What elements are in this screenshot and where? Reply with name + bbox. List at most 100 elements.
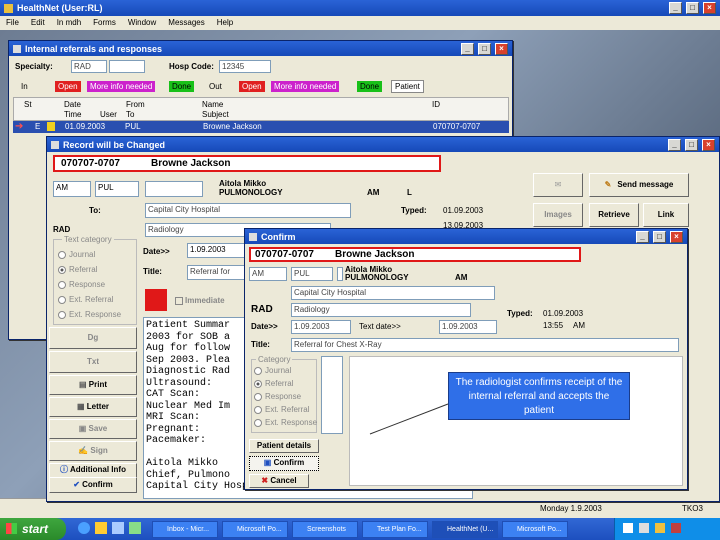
- save-button[interactable]: ▣ Save: [49, 419, 137, 439]
- minimize-icon[interactable]: _: [461, 42, 474, 55]
- confirm-am-field[interactable]: AM: [249, 267, 287, 281]
- menu-window[interactable]: Window: [128, 16, 156, 30]
- close-icon[interactable]: ×: [702, 138, 715, 151]
- confirm-date-field[interactable]: 1.09.2003: [291, 320, 351, 334]
- confirm-radio-ext-response[interactable]: Ext. Response: [254, 418, 317, 427]
- row-id: 070707-0707: [433, 122, 481, 131]
- record-category-group: Text category Journal Referral Response …: [53, 235, 137, 325]
- status-code: TKO3: [682, 504, 703, 513]
- col-to: To: [126, 110, 135, 119]
- in-done-tag[interactable]: Done: [169, 81, 195, 92]
- window-icon: [249, 232, 257, 241]
- record-rad: RAD: [53, 225, 71, 234]
- txt-button[interactable]: Txt: [49, 351, 137, 373]
- record-radio-journal[interactable]: Journal: [58, 250, 95, 259]
- task-powerpoint-1[interactable]: Microsoft Po...: [222, 521, 288, 538]
- send-message-button[interactable]: ✎ Send message: [589, 173, 689, 197]
- record-am2: AM: [367, 188, 380, 197]
- record-pul-field[interactable]: PUL: [95, 181, 139, 197]
- out-done-tag[interactable]: Done: [357, 81, 383, 92]
- task-powerpoint-2[interactable]: Microsoft Po...: [502, 521, 568, 538]
- cancel-button[interactable]: ✖ Cancel: [249, 474, 309, 488]
- task-inbox[interactable]: Inbox - Micr...: [152, 521, 218, 538]
- task-screenshots[interactable]: Screenshots: [292, 521, 358, 538]
- close-icon[interactable]: ×: [495, 42, 508, 55]
- record-date-label: Date>>: [143, 247, 170, 256]
- confirm-radio-referral[interactable]: Referral: [254, 379, 293, 388]
- dg-button[interactable]: Dg: [49, 327, 137, 349]
- minimize-icon[interactable]: _: [669, 2, 682, 14]
- sign-button[interactable]: ✍ Sign: [49, 441, 137, 461]
- confirm-radio-response[interactable]: Response: [254, 392, 301, 401]
- attachment-icon[interactable]: ✉: [533, 173, 583, 197]
- tray-icon[interactable]: [671, 523, 681, 533]
- maximize-icon[interactable]: □: [478, 42, 491, 55]
- minimize-icon[interactable]: _: [668, 138, 681, 151]
- specialty-extra-input[interactable]: [109, 60, 145, 73]
- patient-tab[interactable]: Patient: [391, 80, 424, 93]
- menu-messages[interactable]: Messages: [168, 16, 204, 30]
- record-to-field[interactable]: Capital City Hospital: [145, 203, 351, 218]
- tray-icon[interactable]: [623, 523, 633, 533]
- confirm-radiology-field[interactable]: Radiology: [291, 303, 471, 317]
- close-icon[interactable]: ×: [703, 2, 716, 14]
- menu-forms[interactable]: Forms: [93, 16, 116, 30]
- specialty-input[interactable]: RAD: [71, 60, 107, 73]
- start-button[interactable]: start: [0, 518, 66, 540]
- tray-icon[interactable]: [639, 523, 649, 533]
- confirm-side-button[interactable]: ✔ Confirm: [49, 477, 137, 493]
- confirm-radio-ext-referral[interactable]: Ext. Referral: [254, 405, 309, 414]
- outlook-icon[interactable]: [95, 522, 107, 534]
- menu-file[interactable]: File: [6, 16, 19, 30]
- confirm-button[interactable]: ▣ Confirm: [249, 456, 319, 471]
- in-label: In: [21, 82, 28, 91]
- record-priority-swatch[interactable]: [145, 289, 167, 311]
- letter-button[interactable]: ▦ Letter: [49, 397, 137, 417]
- in-more-info-tag[interactable]: More info needed: [87, 81, 156, 92]
- print-button[interactable]: ▤ Print: [49, 375, 137, 395]
- record-radio-referral[interactable]: Referral: [58, 265, 97, 274]
- maximize-icon[interactable]: □: [653, 230, 666, 243]
- record-blank-field[interactable]: [145, 181, 203, 197]
- hosp-code-input[interactable]: 12345: [219, 60, 271, 73]
- maximize-icon[interactable]: □: [685, 138, 698, 151]
- record-radio-response[interactable]: Response: [58, 280, 105, 289]
- window-icon: [13, 44, 21, 53]
- desktop-icon[interactable]: [112, 522, 124, 534]
- out-more-info-tag[interactable]: More info needed: [271, 81, 340, 92]
- confirm-radio-journal[interactable]: Journal: [254, 366, 291, 375]
- confirm-hospital-field[interactable]: Capital City Hospital: [291, 286, 495, 300]
- link-button[interactable]: Link: [643, 203, 689, 227]
- images-button[interactable]: Images: [533, 203, 583, 227]
- close-icon[interactable]: ×: [670, 230, 683, 243]
- menu-in-mdh[interactable]: In mdh: [57, 16, 81, 30]
- confirm-typed-label: Typed:: [507, 309, 533, 318]
- record-radio-ext-response[interactable]: Ext. Response: [58, 310, 121, 319]
- callout-box: The radiologist confirms receipt of the …: [448, 372, 630, 420]
- media-icon[interactable]: [129, 522, 141, 534]
- retrieve-button[interactable]: Retrieve: [589, 203, 639, 227]
- record-radio-ext-referral[interactable]: Ext. Referral: [58, 295, 113, 304]
- confirm-text-box[interactable]: [321, 356, 343, 434]
- referrals-table-header: St Date Time User From To Name Subject I…: [13, 97, 509, 121]
- ie-icon[interactable]: [78, 522, 90, 534]
- record-am-field[interactable]: AM: [53, 181, 91, 197]
- minimize-icon[interactable]: _: [636, 230, 649, 243]
- confirm-title-field[interactable]: Referral for Chest X-Ray: [291, 338, 679, 352]
- task-test-plan[interactable]: Test Plan Fo...: [362, 521, 428, 538]
- record-title-field[interactable]: Referral for: [187, 265, 245, 280]
- confirm-pul-field[interactable]: PUL: [291, 267, 333, 281]
- task-healthnet[interactable]: HealthNet (U...: [432, 521, 498, 538]
- patient-details-button[interactable]: Patient details: [249, 439, 319, 453]
- record-date-field[interactable]: 1.09.2003: [187, 243, 245, 258]
- confirm-text-date-field[interactable]: 1.09.2003: [439, 320, 497, 334]
- table-row[interactable]: ➔ E 01.09.2003 PUL Browne Jackson 070707…: [13, 121, 509, 133]
- menu-help[interactable]: Help: [217, 16, 233, 30]
- menu-edit[interactable]: Edit: [31, 16, 45, 30]
- out-open-tag[interactable]: Open: [239, 81, 265, 92]
- confirm-blank-field[interactable]: [337, 267, 343, 281]
- record-immediate-checkbox[interactable]: Immediate: [175, 296, 225, 305]
- in-open-tag[interactable]: Open: [55, 81, 81, 92]
- tray-icon[interactable]: [655, 523, 665, 533]
- maximize-icon[interactable]: □: [686, 2, 699, 14]
